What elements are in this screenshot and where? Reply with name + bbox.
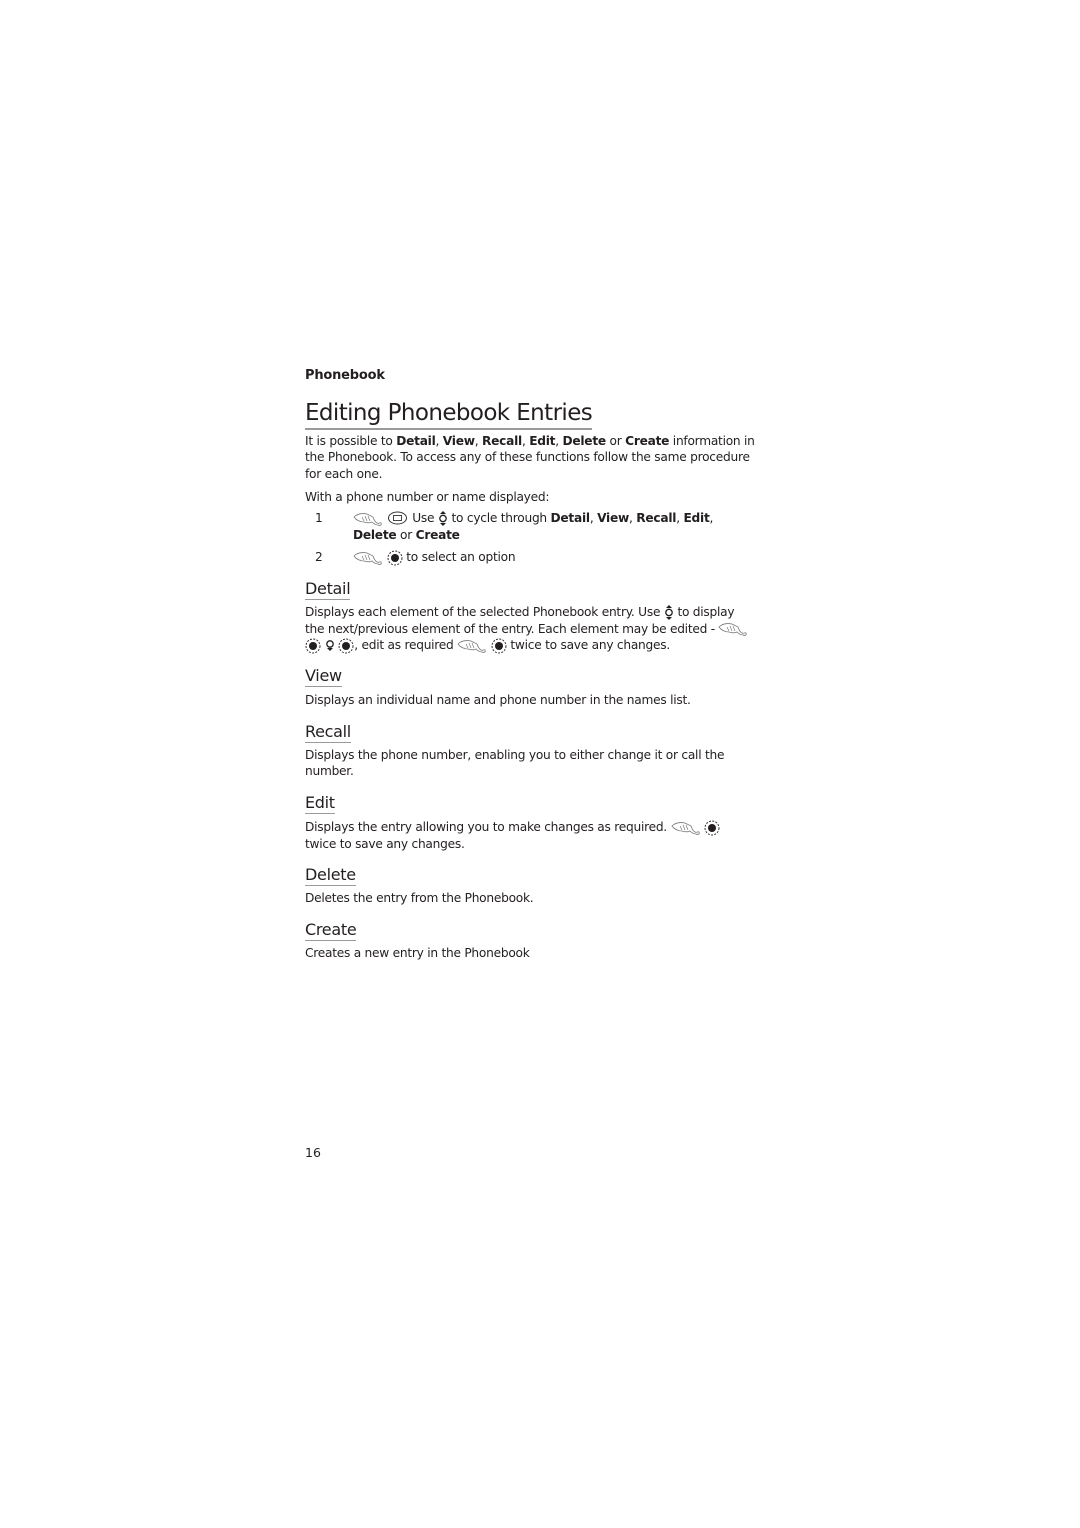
section-heading-edit: Edit [305,793,335,814]
section-heading-view: View [305,666,342,687]
bold-term: Edit [683,511,710,525]
text: , [474,434,482,448]
text: , [435,434,443,448]
step-number: 1 [315,511,323,525]
bold-term: Create [415,528,460,542]
bold-term: Detail [396,434,436,448]
text: or [605,434,626,448]
step-body: to select an option [353,549,753,566]
hand-press-icon [457,639,486,653]
bold-term: Detail [550,511,591,525]
intro-paragraph: It is possible to Detail, View, Recall, … [305,433,755,482]
text: , [589,511,598,525]
bold-term: Edit [529,434,556,448]
text: , [709,511,714,525]
text: or [396,528,416,542]
recall-paragraph: Displays the phone number, enabling you … [305,748,725,779]
section-heading-create: Create [305,920,357,941]
section-heading-detail: Detail [305,579,351,600]
up-down-navigation-icon [664,604,673,621]
select-key-icon [305,638,321,653]
down-navigation-icon [325,640,334,652]
section-heading-recall: Recall [305,722,351,743]
text: Use [412,511,438,525]
page-number: 16 [305,1145,321,1160]
bold-term: Recall [481,434,522,448]
up-down-navigation-icon [439,510,447,527]
edit-paragraph: Displays the entry allowing you to make … [305,819,755,852]
bold-term: Recall [636,511,677,525]
create-paragraph: Creates a new entry in the Phonebook [305,946,530,960]
select-key-icon [387,550,403,565]
delete-paragraph: Deletes the entry from the Phonebook. [305,891,534,905]
view-paragraph: Displays an individual name and phone nu… [305,693,691,707]
precondition-text: With a phone number or name displayed: [305,490,550,504]
select-key-icon [338,638,354,653]
step-body: Use to cycle through Detail, View, Recal… [353,510,753,544]
select-key-icon [704,820,720,835]
text: , edit as required [354,638,458,652]
text: , [555,434,563,448]
bold-term: View [442,434,475,448]
text: It is possible to [305,434,397,448]
bold-term: View [597,511,629,525]
bold-term: Delete [353,528,397,542]
text: to cycle through [447,511,551,525]
step-number: 2 [315,550,323,564]
menu-key-icon [387,511,407,525]
bold-term: Delete [562,434,607,448]
text: twice to save any changes. [305,836,465,851]
select-key-icon [491,638,507,653]
hand-press-icon [353,512,382,526]
text: twice to save any changes. [506,638,670,652]
page-title: Editing Phonebook Entries [305,398,593,430]
running-head: Phonebook [305,368,385,383]
hand-press-icon [719,623,748,636]
text: Displays each element of the selected Ph… [305,605,664,619]
hand-press-icon [671,821,700,835]
text: Displays the entry allowing you to make … [305,820,671,834]
bold-term: Create [625,434,670,448]
detail-paragraph: Displays each element of the selected Ph… [305,604,755,654]
text: to select an option [402,550,516,564]
section-heading-delete: Delete [305,865,356,886]
hand-press-icon [353,551,382,565]
